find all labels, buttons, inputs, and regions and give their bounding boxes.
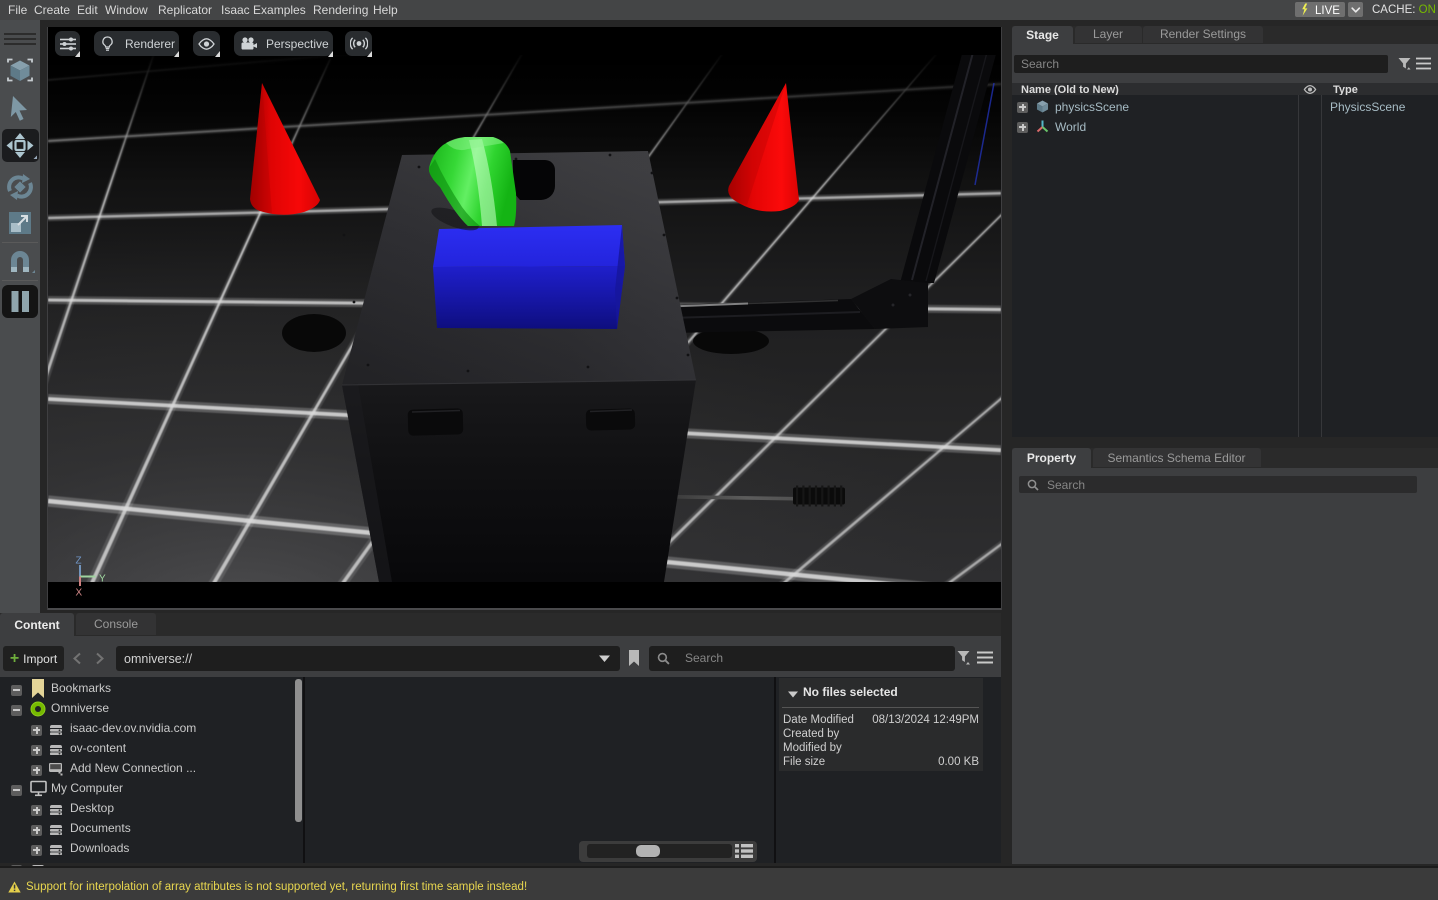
- svg-text:Y: Y: [99, 574, 106, 585]
- svg-text:Z: Z: [76, 556, 82, 567]
- svg-text:X: X: [76, 588, 83, 599]
- svg-text:LIVE: LIVE: [1315, 5, 1340, 17]
